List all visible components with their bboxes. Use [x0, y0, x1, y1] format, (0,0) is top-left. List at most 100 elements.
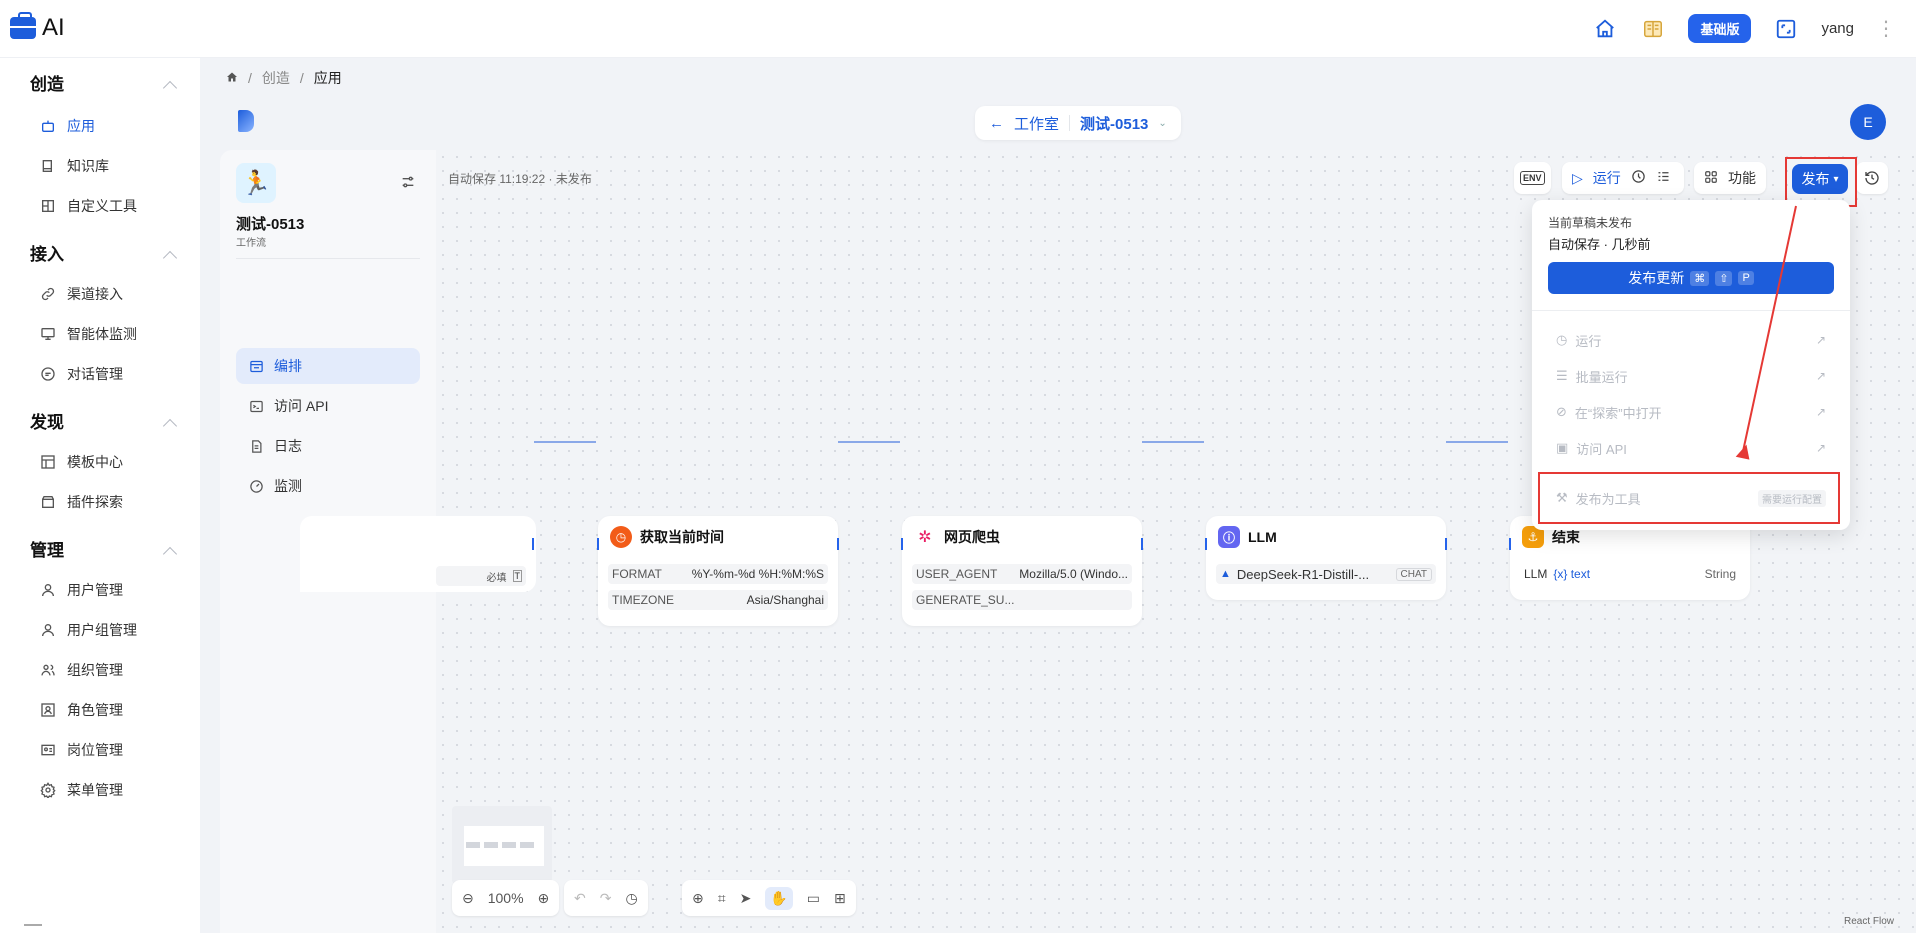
- sidebar-item-roles[interactable]: 角色管理: [40, 698, 123, 722]
- version-history-button[interactable]: [1856, 162, 1888, 194]
- sidebar-item-conversations[interactable]: 对话管理: [40, 362, 123, 386]
- redo-icon[interactable]: ↷: [600, 890, 612, 907]
- chevron-up-icon[interactable]: [162, 250, 178, 266]
- chevron-up-icon[interactable]: [162, 546, 178, 562]
- panel-item-monitor[interactable]: 监测: [236, 468, 420, 504]
- pointer-icon[interactable]: ➤: [740, 890, 752, 907]
- run-history-icon[interactable]: [1631, 169, 1646, 187]
- fullscreen-icon[interactable]: [1773, 16, 1799, 42]
- chevron-up-icon[interactable]: [162, 418, 178, 434]
- logo-text: AI: [42, 14, 65, 41]
- output-handle[interactable]: [837, 538, 839, 550]
- node-llm[interactable]: ⓘ LLM ▲ DeepSeek-R1-Distill-... CHAT: [1205, 516, 1447, 600]
- log-icon: [248, 438, 264, 454]
- row-key: GENERATE_SU...: [916, 593, 1015, 607]
- undo-icon[interactable]: ↶: [574, 890, 586, 907]
- features-button[interactable]: 功能: [1694, 162, 1766, 194]
- input-handle[interactable]: [1509, 538, 1511, 550]
- play-circle-icon: ◷: [1556, 332, 1568, 347]
- terminal-icon: [248, 398, 264, 414]
- export-image-icon[interactable]: ▭: [807, 890, 820, 907]
- avatar[interactable]: E: [1850, 104, 1886, 140]
- panel-item-orchestrate[interactable]: 编排: [236, 348, 420, 384]
- back-arrow-icon[interactable]: ←: [989, 115, 1004, 132]
- hand-icon[interactable]: ✋: [765, 886, 793, 910]
- back-to-studio-link[interactable]: 工作室: [1014, 113, 1059, 134]
- zoom-in-icon[interactable]: ⊕: [538, 890, 550, 907]
- sidebar-item-custom-tools[interactable]: 自定义工具: [40, 194, 137, 218]
- sidebar-item-users[interactable]: 用户管理: [40, 578, 123, 602]
- features-grid-icon: [1704, 170, 1718, 187]
- node-start[interactable]: 必填 T: [300, 516, 536, 608]
- top-bar: AI 基础版 yang ⋮: [0, 0, 1916, 58]
- add-note-icon[interactable]: ⌗: [718, 890, 726, 907]
- sidebar-item-posts[interactable]: 岗位管理: [40, 738, 123, 762]
- sidebar-item-apps[interactable]: 应用: [40, 114, 95, 138]
- model-selector[interactable]: ▲ DeepSeek-R1-Distill-...: [1220, 567, 1369, 582]
- row-value: Asia/Shanghai: [746, 593, 824, 607]
- home-small-icon[interactable]: [226, 70, 238, 86]
- sidebar-item-user-groups[interactable]: 用户组管理: [40, 618, 137, 642]
- text-type-icon: T: [512, 570, 522, 582]
- input-handle[interactable]: [901, 538, 903, 550]
- autosave-status: 自动保存 11:19:22 · 未发布: [448, 172, 592, 186]
- project-name[interactable]: 测试-0513: [1080, 113, 1148, 134]
- zoom-out-icon[interactable]: ⊖: [462, 890, 474, 907]
- sidebar-item-menus[interactable]: 菜单管理: [40, 778, 123, 802]
- more-vertical-icon[interactable]: ⋮: [1876, 16, 1896, 41]
- input-handle[interactable]: [1205, 538, 1207, 550]
- app-type: 工作流: [236, 238, 266, 249]
- breadcrumb-item[interactable]: 创造: [262, 68, 290, 88]
- output-handle[interactable]: [532, 538, 534, 550]
- minimap[interactable]: [452, 806, 552, 884]
- batch-icon: ☰: [1556, 368, 1568, 383]
- panel-item-api[interactable]: 访问 API: [236, 388, 420, 424]
- external-arrow-icon: ↗: [1815, 405, 1826, 419]
- sidebar-item-plugins[interactable]: 插件探索: [40, 490, 123, 514]
- app-logo[interactable]: AI: [10, 12, 65, 42]
- collapse-menu-icon[interactable]: [24, 924, 42, 926]
- group-title-create: 创造: [30, 75, 64, 94]
- minimap-node: [484, 842, 498, 848]
- gauge-icon: [248, 478, 264, 494]
- output-handle[interactable]: [1141, 538, 1143, 550]
- play-icon[interactable]: ▷: [1572, 170, 1583, 187]
- zoom-level[interactable]: 100%: [488, 890, 524, 906]
- sidebar-item-agent-monitor[interactable]: 智能体监测: [40, 322, 137, 346]
- node-row: TIMEZONE Asia/Shanghai: [608, 590, 828, 610]
- sidebar-item-label: 用户管理: [67, 582, 123, 598]
- run-button[interactable]: 运行: [1593, 168, 1621, 188]
- plan-badge[interactable]: 基础版: [1688, 14, 1752, 43]
- menu-gear-icon: [40, 782, 56, 798]
- sidebar-item-orgs[interactable]: 组织管理: [40, 658, 123, 682]
- output-handle[interactable]: [1445, 538, 1447, 550]
- add-node-icon[interactable]: ⊕: [692, 890, 704, 907]
- react-flow-attribution[interactable]: React Flow: [1844, 916, 1894, 927]
- env-button[interactable]: ENV: [1514, 162, 1551, 194]
- node-web-crawler[interactable]: ✲ 网页爬虫 USER_AGENT Mozilla/5.0 (Windo... …: [901, 516, 1143, 626]
- chevron-down-icon[interactable]: ⌄: [1158, 118, 1166, 129]
- settings-sliders-icon[interactable]: [400, 174, 416, 193]
- panel-item-logs[interactable]: 日志: [236, 428, 420, 464]
- breadcrumb-separator: /: [248, 70, 252, 86]
- sidebar-item-label: 组织管理: [67, 662, 123, 678]
- node-row: LLM {x} text String: [1520, 564, 1740, 584]
- docs-book-icon[interactable]: [1640, 16, 1666, 42]
- sidebar-item-channels[interactable]: 渠道接入: [40, 282, 123, 306]
- sidebar-item-knowledge[interactable]: 知识库: [40, 154, 109, 178]
- sidebar-item-templates[interactable]: 模板中心: [40, 450, 123, 474]
- user-group-icon: [40, 622, 56, 638]
- input-handle[interactable]: [597, 538, 599, 550]
- row-value: Mozilla/5.0 (Windo...: [1019, 567, 1128, 581]
- home-icon[interactable]: [1592, 16, 1618, 42]
- node-row: USER_AGENT Mozilla/5.0 (Windo...: [912, 564, 1132, 584]
- layout-organize-icon[interactable]: ⊞: [834, 890, 846, 907]
- node-get-time[interactable]: ◷ 获取当前时间 FORMAT %Y-%m-%d %H:%M:%S TIMEZO…: [597, 516, 839, 626]
- minimap-viewport: [464, 826, 544, 866]
- row-key: FORMAT: [612, 567, 662, 581]
- history-icon[interactable]: ◷: [625, 890, 637, 907]
- llm-brain-icon: ⓘ: [1218, 526, 1240, 548]
- chevron-up-icon[interactable]: [162, 80, 178, 96]
- user-name[interactable]: yang: [1821, 20, 1854, 37]
- checklist-icon[interactable]: [1656, 169, 1671, 187]
